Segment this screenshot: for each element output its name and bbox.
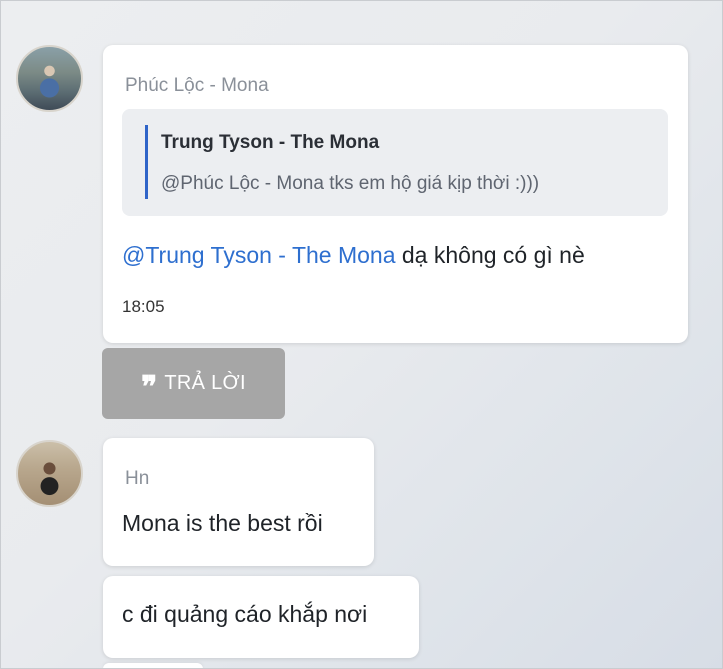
message-bubble-hn-followup: c đi quảng cáo khắp nơi: [103, 576, 419, 658]
next-message-bubble: [103, 663, 203, 669]
message-text: c đi quảng cáo khắp nơi: [122, 601, 368, 627]
message-text: Mona is the best rồi: [122, 510, 323, 536]
sender-name[interactable]: Phúc Lộc - Mona: [125, 75, 269, 97]
sender-name[interactable]: Hn: [125, 468, 149, 490]
avatar-hn[interactable]: [16, 440, 83, 507]
message-bubble-phuc-loc: Phúc Lộc - Mona Trung Tyson - The Mona @…: [103, 45, 688, 343]
avatar-phuc-loc[interactable]: [16, 45, 83, 112]
message-bubble-hn: Hn Mona is the best rồi: [103, 438, 374, 566]
mention-link[interactable]: @Trung Tyson - The Mona: [122, 242, 396, 268]
quoted-message[interactable]: Trung Tyson - The Mona @Phúc Lộc - Mona …: [122, 109, 668, 216]
message-timestamp: 18:05: [122, 297, 165, 316]
quoted-author: Trung Tyson - The Mona: [161, 132, 380, 153]
reply-button-label: TRẢ LỜI: [164, 372, 246, 394]
message-body: dạ không có gì nè: [395, 242, 585, 268]
quote-accent-bar: [145, 125, 148, 199]
quote-icon: ❞: [141, 369, 157, 405]
quoted-text: @Phúc Lộc - Mona tks em hộ giá kịp thời …: [161, 173, 540, 194]
message-text: @Trung Tyson - The Mona dạ không có gì n…: [122, 242, 585, 269]
reply-button[interactable]: ❞ TRẢ LỜI: [102, 348, 285, 419]
